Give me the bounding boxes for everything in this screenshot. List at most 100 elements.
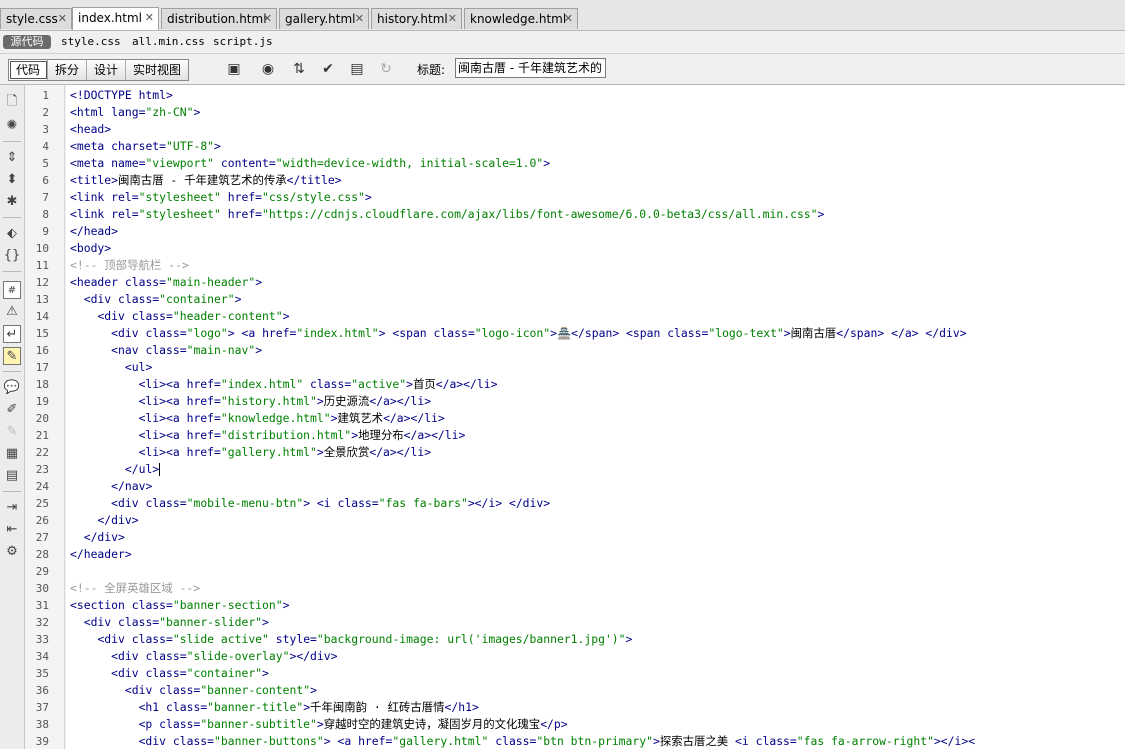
code-line[interactable]: <div class="banner-buttons"> <a href="ga… [70,733,976,749]
code-token: "https://cdnjs.cloudflare.com/ajax/libs/… [262,207,818,221]
line-number: 29 [35,565,49,578]
code-token: </a> [369,394,397,408]
source-code-button[interactable]: 源代码 [3,35,51,49]
code-view-button[interactable]: 代码 [9,60,49,80]
code-line[interactable]: <meta charset="UTF-8"> [70,138,221,155]
close-icon[interactable]: ✕ [355,9,364,29]
code-line[interactable]: <nav class="main-nav"> [70,342,262,359]
code-token: <body> [70,241,112,255]
code-token: "width=device-width, initial-scale=1.0" [275,156,544,170]
code-token: "main-header" [166,275,256,289]
code-token: href= [186,377,221,391]
tab-history-html[interactable]: history.html ✕ [371,8,462,29]
code-token: "logo-icon" [474,326,551,340]
file-transfer-icon[interactable]: ⇅ [289,60,309,78]
code-line[interactable]: <p class="banner-subtitle">穿越时空的建筑史诗，凝固岁… [70,716,568,733]
code-token: > [262,615,269,629]
code-line[interactable]: <div class="mobile-menu-btn"> <i class="… [70,495,550,512]
code-line[interactable]: <div class="banner-content"> [70,682,317,699]
code-line[interactable]: <!-- 全屏英雄区域 --> [70,580,200,597]
close-icon[interactable]: ✕ [564,9,573,29]
code-line[interactable]: <div class="header-content"> [70,308,289,325]
code-token: class= [159,683,201,697]
code-line[interactable]: <div class="container"> [70,665,269,682]
code-line[interactable]: <head> [70,121,111,138]
code-token: href= [358,734,393,748]
code-token: > [652,734,660,748]
browser-preview-icon[interactable]: ◉ [258,60,278,78]
tab-style-css[interactable]: style.css ✕ [0,8,72,29]
code-line[interactable]: <!-- 顶部导航栏 --> [70,257,189,274]
tab-index-html[interactable]: index.html ✕ [72,7,159,30]
code-line[interactable]: </div> [70,529,125,546]
code-line[interactable]: <div class="logo"> <a href="index.html">… [70,325,966,342]
close-icon[interactable]: ✕ [145,8,154,28]
code-line[interactable]: <meta name="viewport" content="width=dev… [70,155,550,172]
code-line[interactable]: <title>闽南古厝 - 千年建筑艺术的传承</title> [70,172,342,189]
code-line[interactable]: <section class="banner-section"> [70,597,289,614]
live-view-button[interactable]: 实时视图 [126,60,189,80]
code-token: <p [138,717,160,731]
code-editor[interactable]: <!DOCTYPE html> <html lang="zh-CN"> <head>… [66,85,1125,749]
code-line[interactable]: <body> [70,240,111,257]
code-token: <meta [70,156,112,170]
code-line[interactable]: <div class="slide active" style="backgro… [70,631,632,648]
code-line[interactable]: <div class="slide-overlay"></div> [70,648,338,665]
code-token: <ul> [124,360,153,374]
code-line[interactable]: <header class="main-header"> [70,274,262,291]
code-line[interactable]: <li><a href="history.html">历史源流</a></li> [70,393,432,410]
code-token: class= [337,496,379,510]
close-icon[interactable]: ✕ [448,9,457,29]
related-file-all-min-css[interactable]: all.min.css [132,34,205,50]
code-token: "UTF-8" [166,139,215,153]
close-icon[interactable]: ✕ [58,9,67,29]
code-token: class= [145,666,187,680]
code-line[interactable]: <h1 class="banner-title">千年闽南韵 · 红砖古厝情</… [70,699,479,716]
code-token: "fas fa-arrow-right" [796,734,934,748]
line-number: 4 [42,140,49,153]
split-view-button[interactable]: 拆分 [48,60,88,80]
code-line[interactable]: <div class="banner-slider"> [70,614,269,631]
code-line[interactable]: </head> [70,223,118,240]
code-token: 历史源流 [323,394,370,408]
tab-knowledge-html[interactable]: knowledge.html ✕ [464,8,578,29]
code-line[interactable]: <li><a href="gallery.html">全景欣赏</a></li> [70,444,432,461]
code-token: > [364,190,372,204]
refresh-icon[interactable]: ↻ [376,60,396,78]
validate-icon[interactable]: ✔ [318,60,338,78]
code-token: class= [172,734,215,748]
code-line[interactable]: <link rel="stylesheet" href="https://cdn… [70,206,824,223]
code-token: "knowledge.html" [220,411,331,425]
code-line[interactable]: <ul> [70,359,152,376]
code-token: <span [392,326,434,340]
code-line[interactable]: </div> [70,512,138,529]
code-token: </div> [296,649,338,663]
line-number: 16 [35,344,49,357]
close-icon[interactable]: ✕ [263,9,272,29]
code-line[interactable]: </header> [70,546,132,563]
code-line[interactable]: <li><a href="index.html" class="active">… [70,376,498,393]
code-line[interactable]: </nav> [70,478,152,495]
related-file-style-css[interactable]: style.css [61,34,121,50]
code-line[interactable]: <div class="container"> [70,291,242,308]
code-line[interactable]: <li><a href="knowledge.html">建筑艺术</a></l… [70,410,445,427]
tab-distribution-html[interactable]: distribution.html ✕ [161,8,277,29]
code-line[interactable]: <li><a href="distribution.html">地理分布</a>… [70,427,466,444]
related-file-script-js[interactable]: script.js [213,34,273,50]
code-line[interactable]: <!DOCTYPE html> [70,87,173,104]
code-line[interactable]: </ul> [70,461,161,478]
visual-aids-icon[interactable]: ▤ [347,60,367,78]
tab-gallery-html[interactable]: gallery.html ✕ [279,8,369,29]
code-token: class= [667,326,709,340]
code-token: </span> [571,326,627,340]
code-line[interactable]: <link rel="stylesheet" href="css/style.c… [70,189,372,206]
design-view-button[interactable]: 设计 [87,60,127,80]
code-token: 探索古厝之美 [659,734,736,748]
code-token: href= [186,411,221,425]
code-token: class= [131,309,173,323]
code-token: href= [186,445,221,459]
multiscreen-icon[interactable]: ▣ [224,60,244,78]
title-input[interactable]: 闽南古厝 - 千年建筑艺术的 [455,58,606,78]
code-line[interactable]: <html lang="zh-CN"> [70,104,200,121]
code-token: "viewport" [145,156,221,170]
